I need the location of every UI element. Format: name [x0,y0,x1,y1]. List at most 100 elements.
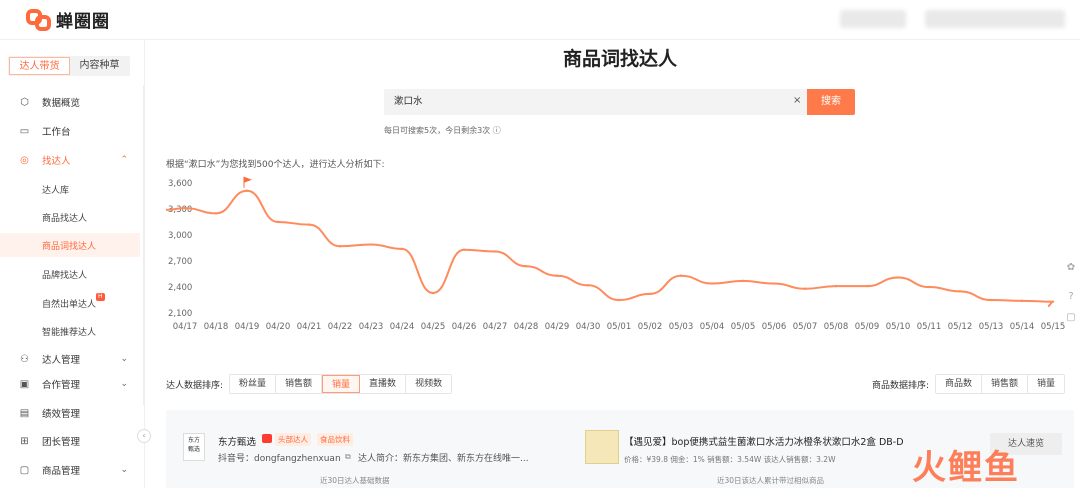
kol-name[interactable]: 东方甄选 [218,434,256,448]
data-point[interactable] [338,245,342,248]
sidebar-item-natural-order-kol[interactable]: 自然出单达人 H [0,291,140,315]
sidebar-item-product-find-kol[interactable]: 商品找达人 [0,205,140,229]
sidebar-item-data-overview[interactable]: ⬡ 数据概览 [0,90,140,114]
user-menu-blurred[interactable] [925,10,1065,28]
douyin-account: 抖音号：dongfangzhenxuan [218,454,341,464]
palette-icon[interactable]: ✿ [1064,262,1078,276]
x-tick-label: 05/15 [1041,322,1066,332]
data-point[interactable] [772,282,776,285]
x-tick-label: 05/04 [700,322,725,332]
data-point[interactable] [369,243,373,246]
product-meta: 价格：¥39.8 佣金：1% 销售额：3.54W 该达人销售额：3.2W [624,455,836,464]
x-tick-label: 04/21 [297,322,322,332]
sort-video-count-button[interactable]: 视频数 [406,375,452,393]
logo[interactable]: 蝉圈圈 [26,7,110,32]
tab-content-seeding[interactable]: 内容种草 [70,57,129,75]
sort-product-volume-button[interactable]: 销量 [1028,375,1065,393]
y-tick-label: 3,600 [168,179,192,189]
data-point[interactable] [958,290,962,293]
data-point[interactable] [710,282,714,285]
avatar[interactable]: 东方 甄选 [183,433,205,461]
product-title[interactable]: 【遇见爱】bop便携式益生菌漱口水活力冰橙条状漱口水2盒 DB-D [624,434,904,448]
search-button[interactable]: 搜索 [807,89,855,115]
data-point[interactable] [927,285,931,289]
sidebar-item-workbench[interactable]: ▭ 工作台 [0,119,140,143]
sidebar-item-leader-management[interactable]: ⊞ 团长管理 [0,429,140,453]
sidebar-item-kol-library[interactable]: 达人库 [0,177,140,201]
users-icon: ⚇ [20,353,29,365]
data-point[interactable] [462,248,466,251]
clear-icon[interactable]: × [793,95,801,106]
data-point[interactable] [741,279,745,283]
data-point[interactable] [834,284,838,288]
data-point[interactable] [307,223,311,226]
sidebar-item-label: 绩效管理 [42,409,81,420]
product-image[interactable] [585,430,619,464]
data-point[interactable] [1020,299,1024,303]
data-point[interactable] [400,247,404,251]
sidebar-item-label: 商品管理 [42,466,81,477]
sidebar-item-keyword-find-kol[interactable]: 商品词找达人 [0,233,140,257]
sidebar-item-label: 找达人 [42,156,71,167]
x-tick-label: 04/29 [545,322,570,332]
data-point[interactable] [865,284,869,288]
data-point[interactable] [803,287,807,290]
kol-intro: 达人简介：新东方集团、新东方在线唯一... [358,454,529,464]
sidebar-item-label: 商品词找达人 [42,241,97,252]
play-icon [262,434,272,443]
x-tick-label: 05/05 [731,322,756,332]
y-tick-label: 3,000 [168,231,192,241]
sort-followers-button[interactable]: 粉丝量 [230,375,277,393]
account-info-blurred[interactable] [840,10,906,28]
x-tick-label: 05/08 [824,322,849,332]
tab-live-commerce[interactable]: 达人带货 [9,57,70,75]
data-point[interactable] [431,291,435,295]
data-point[interactable] [617,298,621,302]
sort-product-sales-amount-button[interactable]: 销售额 [982,375,1029,393]
sidebar-item-label: 达人管理 [42,355,81,366]
sidebar-item-product-management[interactable]: ▢ 商品管理 ⌄ [0,458,140,482]
data-point[interactable] [989,298,993,302]
data-point[interactable] [214,212,218,215]
monitor-icon: ▭ [19,125,30,137]
collapse-sidebar-button[interactable]: ‹ [137,429,151,443]
team-icon: ⊞ [20,435,29,447]
product-sort-label: 商品数据排序: [872,381,930,391]
x-tick-label: 05/11 [917,322,942,332]
cube-icon: ⬡ [20,96,29,108]
clipboard-icon: ▣ [19,378,30,390]
sort-sales-volume-button[interactable]: 销量 [322,375,361,393]
data-point[interactable] [245,189,249,192]
sort-sales-amount-button[interactable]: 销售额 [276,375,323,393]
data-point[interactable] [555,274,559,277]
data-point[interactable] [648,292,652,296]
search-input[interactable]: 漱口水 [384,89,807,115]
data-point[interactable] [1051,300,1055,303]
flag-icon[interactable] [243,176,252,188]
data-point[interactable] [183,206,187,210]
help-icon[interactable]: ? [1064,291,1078,305]
sidebar-item-find-kol[interactable]: ◎ 找达人 ⌃ [0,148,140,172]
data-point[interactable] [493,250,497,253]
x-tick-label: 05/02 [638,322,663,332]
sidebar-item-smart-recommend[interactable]: 智能推荐达人 [0,319,140,343]
feedback-icon[interactable]: ▢ [1064,312,1078,326]
copy-icon[interactable]: ⧉ [345,452,351,462]
sidebar-item-cooperation[interactable]: ▣ 合作管理 ⌄ [0,372,140,396]
sidebar-item-performance[interactable]: ▤ 绩效管理 [0,401,140,425]
sort-live-count-button[interactable]: 直播数 [360,375,407,393]
x-tick-label: 05/10 [886,322,911,332]
kol-sort-label: 达人数据排序: [166,381,224,391]
watermark-logo: 火鲤鱼 [912,448,1020,488]
x-tick-label: 05/14 [1010,322,1035,332]
sidebar-item-brand-find-kol[interactable]: 品牌找达人 [0,262,140,286]
data-point[interactable] [896,276,900,279]
kol-tier-tag: 头部达人 [275,433,311,446]
data-point[interactable] [524,265,528,268]
sidebar-item-kol-management[interactable]: ⚇ 达人管理 ⌄ [0,347,140,371]
sort-product-count-button[interactable]: 商品数 [936,375,983,393]
data-point[interactable] [586,284,590,287]
data-point[interactable] [679,274,683,277]
data-point[interactable] [276,220,280,224]
sidebar-scrollbar[interactable] [143,85,145,405]
